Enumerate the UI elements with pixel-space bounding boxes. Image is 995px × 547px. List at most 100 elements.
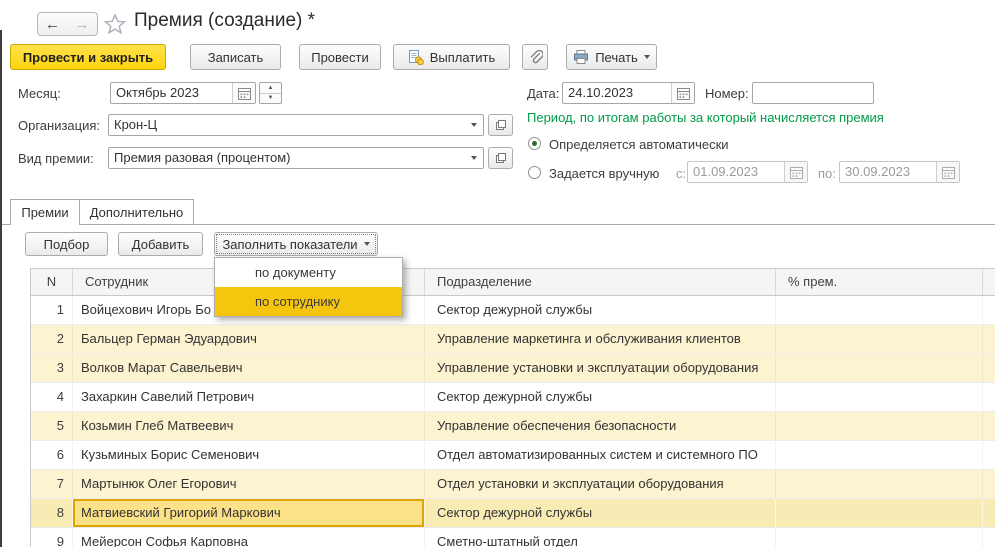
- cell-percent[interactable]: [776, 412, 983, 440]
- cell-r[interactable]: [983, 325, 995, 353]
- period-auto-label[interactable]: Определяется автоматически: [549, 137, 729, 153]
- tab-dopolnitelno[interactable]: Дополнительно: [80, 199, 194, 224]
- chevron-down-icon: [471, 123, 477, 127]
- period-to-label: по:: [818, 166, 836, 182]
- post-button[interactable]: Провести: [299, 44, 381, 70]
- period-to-field[interactable]: 30.09.2023: [839, 161, 960, 183]
- cell-employee[interactable]: Козьмин Глеб Матвеевич: [73, 412, 425, 440]
- open-link-icon: [495, 152, 507, 164]
- table-row[interactable]: 3Волков Марат СавельевичУправление устан…: [31, 354, 995, 383]
- cell-r[interactable]: [983, 470, 995, 498]
- organization-field[interactable]: Крон-Ц: [108, 114, 484, 136]
- favorites-star-icon[interactable]: [103, 12, 127, 36]
- cell-department[interactable]: Управление обеспечения безопасности: [425, 412, 776, 440]
- date-calendar-button[interactable]: [671, 83, 694, 103]
- cell-n[interactable]: 1: [31, 296, 73, 324]
- cell-department[interactable]: Сектор дежурной службы: [425, 499, 776, 527]
- pick-button[interactable]: Подбор: [25, 232, 108, 256]
- date-field[interactable]: 24.10.2023: [562, 82, 695, 104]
- table-row[interactable]: 6Кузьминых Борис СеменовичОтдел автомати…: [31, 441, 995, 470]
- nav-forward-button[interactable]: →: [67, 12, 98, 36]
- bonus-type-dropdown-button[interactable]: [465, 148, 483, 168]
- cell-department[interactable]: Управление установки и эксплуатации обор…: [425, 354, 776, 382]
- add-label: Добавить: [132, 237, 189, 252]
- cell-n[interactable]: 6: [31, 441, 73, 469]
- table-row[interactable]: 9Мейерсон Софья КарповнаСметно-штатный о…: [31, 528, 995, 547]
- table-row[interactable]: 8Матвиевский Григорий МарковичСектор деж…: [31, 499, 995, 528]
- cell-n[interactable]: 7: [31, 470, 73, 498]
- add-button[interactable]: Добавить: [118, 232, 203, 256]
- fill-indicators-label: Заполнить показатели: [222, 237, 357, 252]
- cell-percent[interactable]: [776, 383, 983, 411]
- cell-department[interactable]: Сметно-штатный отдел: [425, 528, 776, 547]
- cell-n[interactable]: 2: [31, 325, 73, 353]
- menu-item[interactable]: по документу: [215, 258, 402, 287]
- attachments-button[interactable]: [522, 44, 548, 70]
- cell-r[interactable]: [983, 441, 995, 469]
- write-button[interactable]: Записать: [190, 44, 281, 70]
- cell-r[interactable]: [983, 383, 995, 411]
- cell-employee[interactable]: Кузьминых Борис Семенович: [73, 441, 425, 469]
- cell-percent[interactable]: [776, 499, 983, 527]
- number-field[interactable]: [752, 82, 874, 104]
- pay-button[interactable]: Выплатить: [393, 44, 510, 70]
- table-row[interactable]: 5Козьмин Глеб МатвеевичУправление обеспе…: [31, 412, 995, 441]
- cell-n[interactable]: 5: [31, 412, 73, 440]
- period-auto-radio[interactable]: [528, 137, 541, 150]
- tab-premii[interactable]: Премии: [10, 199, 80, 225]
- cell-percent[interactable]: [776, 441, 983, 469]
- cell-r[interactable]: [983, 412, 995, 440]
- cell-department[interactable]: Отдел установки и эксплуатации оборудова…: [425, 470, 776, 498]
- period-from-calendar-button[interactable]: [784, 162, 807, 182]
- cell-r[interactable]: [983, 528, 995, 547]
- post-and-close-button[interactable]: Провести и закрыть: [10, 44, 166, 70]
- stepper-up-button[interactable]: ▲: [260, 83, 281, 94]
- bonus-type-open-button[interactable]: [488, 147, 513, 169]
- cell-employee[interactable]: Волков Марат Савельевич: [73, 354, 425, 382]
- cell-employee[interactable]: Мейерсон Софья Карповна: [73, 528, 425, 547]
- table-row[interactable]: 1Войцехович Игорь БоСектор дежурной служ…: [31, 296, 995, 325]
- table-row[interactable]: 4Захаркин Савелий ПетровичСектор дежурно…: [31, 383, 995, 412]
- period-manual-radio[interactable]: [528, 166, 541, 179]
- cell-r[interactable]: [983, 499, 995, 527]
- table-row[interactable]: 7Мартынюк Олег ЕгоровичОтдел установки и…: [31, 470, 995, 499]
- cell-percent[interactable]: [776, 470, 983, 498]
- cell-n[interactable]: 9: [31, 528, 73, 547]
- cell-employee[interactable]: Матвиевский Григорий Маркович: [73, 499, 425, 527]
- month-calendar-button[interactable]: [232, 83, 255, 103]
- cell-n[interactable]: 3: [31, 354, 73, 382]
- cell-employee[interactable]: Мартынюк Олег Егорович: [73, 470, 425, 498]
- organization-open-button[interactable]: [488, 114, 513, 136]
- cell-percent[interactable]: [776, 354, 983, 382]
- cell-department[interactable]: Отдел автоматизированных систем и систем…: [425, 441, 776, 469]
- column-header-4[interactable]: Р: [983, 269, 995, 295]
- fill-indicators-button[interactable]: Заполнить показатели: [214, 232, 378, 256]
- cell-department[interactable]: Управление маркетинга и обслуживания кли…: [425, 325, 776, 353]
- stepper-down-button[interactable]: ▼: [260, 94, 281, 104]
- column-header-2[interactable]: Подразделение: [425, 269, 776, 295]
- cell-r[interactable]: [983, 354, 995, 382]
- column-header-3[interactable]: % прем.: [776, 269, 983, 295]
- table-row[interactable]: 2Бальцер Герман ЭдуардовичУправление мар…: [31, 325, 995, 354]
- nav-back-button[interactable]: ←: [37, 12, 68, 36]
- menu-item[interactable]: по сотруднику: [215, 287, 402, 316]
- period-manual-label[interactable]: Задается вручную: [549, 166, 659, 182]
- cell-n[interactable]: 8: [31, 499, 73, 527]
- month-stepper[interactable]: ▲ ▼: [259, 82, 282, 104]
- cell-r[interactable]: [983, 296, 995, 324]
- cell-employee[interactable]: Бальцер Герман Эдуардович: [73, 325, 425, 353]
- bonus-type-field[interactable]: Премия разовая (процентом): [108, 147, 484, 169]
- cell-employee[interactable]: Захаркин Савелий Петрович: [73, 383, 425, 411]
- cell-department[interactable]: Сектор дежурной службы: [425, 296, 776, 324]
- organization-dropdown-button[interactable]: [465, 115, 483, 135]
- column-header-0[interactable]: N: [31, 269, 73, 295]
- cell-percent[interactable]: [776, 296, 983, 324]
- month-field[interactable]: Октябрь 2023: [110, 82, 256, 104]
- period-to-calendar-button[interactable]: [936, 162, 959, 182]
- cell-department[interactable]: Сектор дежурной службы: [425, 383, 776, 411]
- cell-n[interactable]: 4: [31, 383, 73, 411]
- print-button[interactable]: Печать: [566, 44, 657, 70]
- cell-percent[interactable]: [776, 528, 983, 547]
- cell-percent[interactable]: [776, 325, 983, 353]
- period-from-field[interactable]: 01.09.2023: [687, 161, 808, 183]
